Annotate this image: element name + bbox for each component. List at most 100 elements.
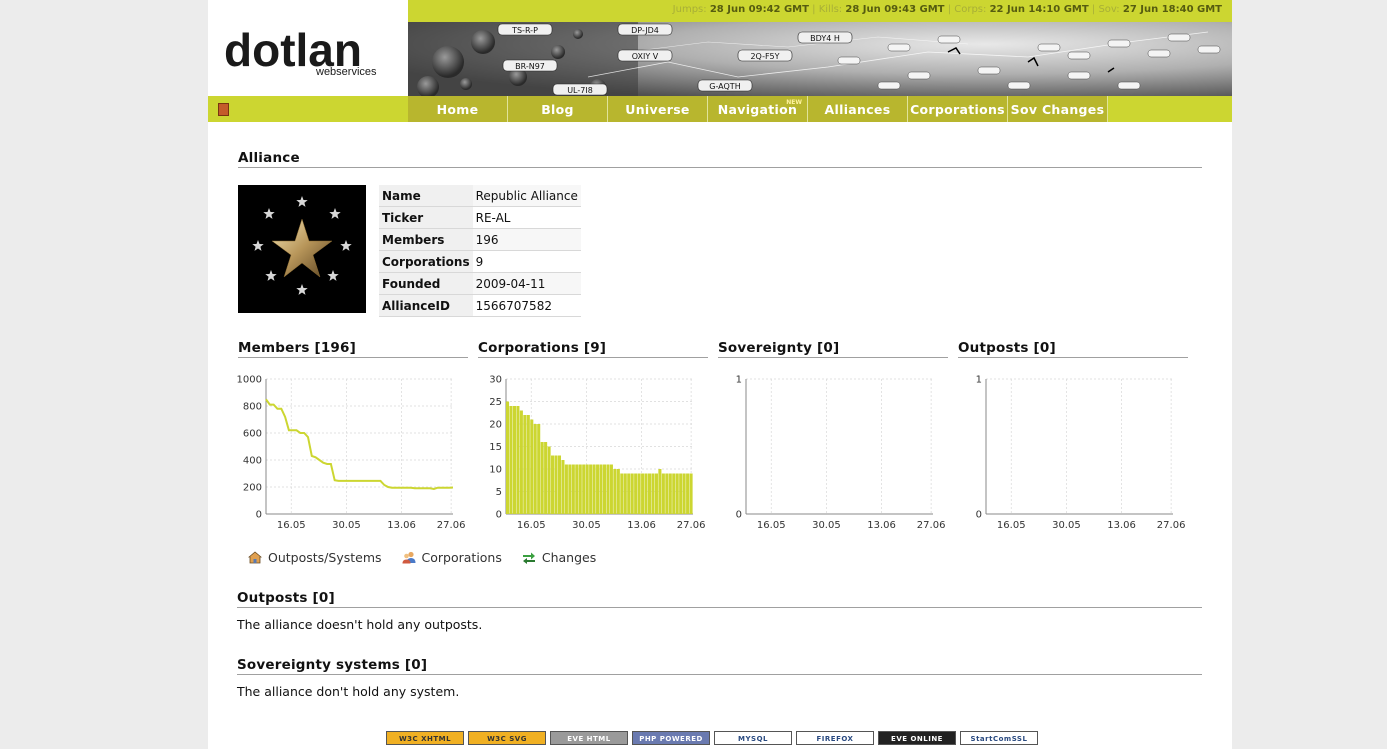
bar <box>557 455 561 514</box>
alliance-links: Outposts/Systems Corporations Changes <box>248 550 596 565</box>
bar <box>551 455 555 514</box>
system-label-text: BR-N97 <box>515 62 545 71</box>
small-star-icon <box>265 270 277 281</box>
small-star-icon <box>252 240 264 251</box>
info-value: Republic Alliance <box>472 185 581 207</box>
x-tick-label: 13.06 <box>627 520 656 531</box>
nav-alliances[interactable]: Alliances <box>808 96 908 122</box>
bar <box>561 460 565 514</box>
bar <box>606 464 610 514</box>
x-tick-label: 27.06 <box>437 520 466 531</box>
bar <box>530 419 534 514</box>
site-logo[interactable]: dotlan webservices <box>208 0 408 96</box>
nav-corporations[interactable]: Corporations <box>908 96 1008 122</box>
info-key: Ticker <box>379 207 473 229</box>
kills-label: Kills: <box>818 4 843 15</box>
x-tick-label: 30.05 <box>332 520 361 531</box>
bar <box>575 464 579 514</box>
members-chart-title: Members [196] <box>238 340 468 358</box>
x-tick-label: 13.06 <box>387 520 416 531</box>
arrows-icon <box>522 552 535 564</box>
corporations-chart-title: Corporations [9] <box>478 340 708 358</box>
system-node <box>1147 49 1171 58</box>
system-label: UL-7I8 <box>552 83 608 96</box>
y-tick-label: 600 <box>243 429 262 440</box>
badge-eve-html[interactable]: EVE HTML <box>550 731 628 745</box>
system-label: 2Q-F5Y <box>737 49 793 62</box>
members-chart: Members [196] 0 200 400 600 800 1000 16.05 30.0… <box>237 340 468 531</box>
bar <box>571 464 575 514</box>
bar <box>519 410 523 514</box>
corporations-chart: Corporations [9] 0 5 10 15 20 25 30 16.05 30.05 1… <box>478 340 708 531</box>
badge-mysql[interactable]: MYSQL <box>714 731 792 745</box>
bar <box>627 473 631 514</box>
system-label-text: DP-JD4 <box>631 26 659 35</box>
sovereignty-section: Sovereignty systems [0] The alliance don… <box>237 657 1202 699</box>
badge-w3c-svg[interactable]: W3C SVG <box>468 731 546 745</box>
bar <box>679 473 683 514</box>
jumps-label: Jumps: <box>672 4 707 15</box>
corporations-link[interactable]: Corporations <box>402 550 502 565</box>
house-icon <box>248 551 262 564</box>
nav-home[interactable]: Home <box>408 96 508 122</box>
outposts-systems-label: Outposts/Systems <box>268 550 382 565</box>
corps-label: Corps: <box>954 4 987 15</box>
system-label-text: TS-R-P <box>511 26 538 35</box>
dotlan-logo: dotlan webservices <box>224 24 377 78</box>
new-badge: NEW <box>786 99 802 106</box>
system-node <box>1067 71 1091 80</box>
bar <box>661 473 665 514</box>
nav-universe[interactable]: Universe <box>608 96 708 122</box>
system-node <box>887 43 911 52</box>
x-tick-label: 30.05 <box>812 520 841 531</box>
badge-php-powered[interactable]: PHP POWERED <box>632 731 710 745</box>
corporations-label: Corporations <box>421 550 502 565</box>
info-value: 9 <box>472 251 581 273</box>
system-label-text: G-AQTH <box>709 82 740 91</box>
bar <box>509 406 513 514</box>
bar <box>589 464 593 514</box>
badge-startcomssl[interactable]: StartComSSL <box>960 731 1038 745</box>
x-tick-label: 30.05 <box>1052 520 1081 531</box>
bar <box>634 473 638 514</box>
bar <box>613 469 617 514</box>
bar <box>686 473 690 514</box>
sovereignty-chart: Sovereignty [0] 0 1 16.05 30.05 13.06 27.06 <box>718 340 948 531</box>
star-emblem-icon <box>252 196 352 295</box>
system-label-text: OXIY V <box>632 52 659 61</box>
y-tick-label: 0 <box>976 510 982 521</box>
x-tick-label: 27.06 <box>1157 520 1186 531</box>
bar <box>620 473 624 514</box>
info-value: RE-AL <box>472 207 581 229</box>
bar <box>630 473 634 514</box>
bar <box>682 473 686 514</box>
system-node <box>1037 43 1061 52</box>
nav-blog[interactable]: Blog <box>508 96 608 122</box>
changes-link[interactable]: Changes <box>522 550 596 565</box>
bar <box>675 473 679 514</box>
badge-firefox[interactable]: FIREFOX <box>796 731 874 745</box>
outposts-systems-link[interactable]: Outposts/Systems <box>248 550 382 565</box>
badge-w3c-xhtml[interactable]: W3C XHTML <box>386 731 464 745</box>
small-star-icon <box>296 196 308 207</box>
bar <box>544 442 548 514</box>
bar <box>665 473 669 514</box>
outposts-section-title: Outposts [0] <box>237 590 1202 608</box>
bar <box>651 473 655 514</box>
x-tick-label: 16.05 <box>277 520 306 531</box>
outposts-section: Outposts [0] The alliance doesn't hold a… <box>237 590 1202 632</box>
bar <box>672 473 676 514</box>
jumps-time: 28 Jun 09:42 GMT <box>709 4 809 15</box>
badge-eve-online[interactable]: EVE ONLINE <box>878 731 956 745</box>
bar <box>585 464 589 514</box>
bookmark-icon[interactable] <box>218 103 229 116</box>
alliance-info-table: Name Republic Alliance Ticker RE-AL Members 1… <box>379 185 581 317</box>
nav-sov-changes[interactable]: Sov Changes <box>1008 96 1108 122</box>
y-tick-label: 1 <box>736 375 742 386</box>
space-map-image: TS-R-P DP-JD4 BR-N97 OXIY V UL-7I8 2Q-F5Y G-AQ… <box>408 22 1232 96</box>
system-label-text: 2Q-F5Y <box>750 52 779 61</box>
y-tick-label: 200 <box>243 483 262 494</box>
y-tick-label: 1 <box>976 375 982 386</box>
alliance-logo <box>238 185 366 313</box>
nav-navigation[interactable]: Navigation NEW <box>708 96 808 122</box>
